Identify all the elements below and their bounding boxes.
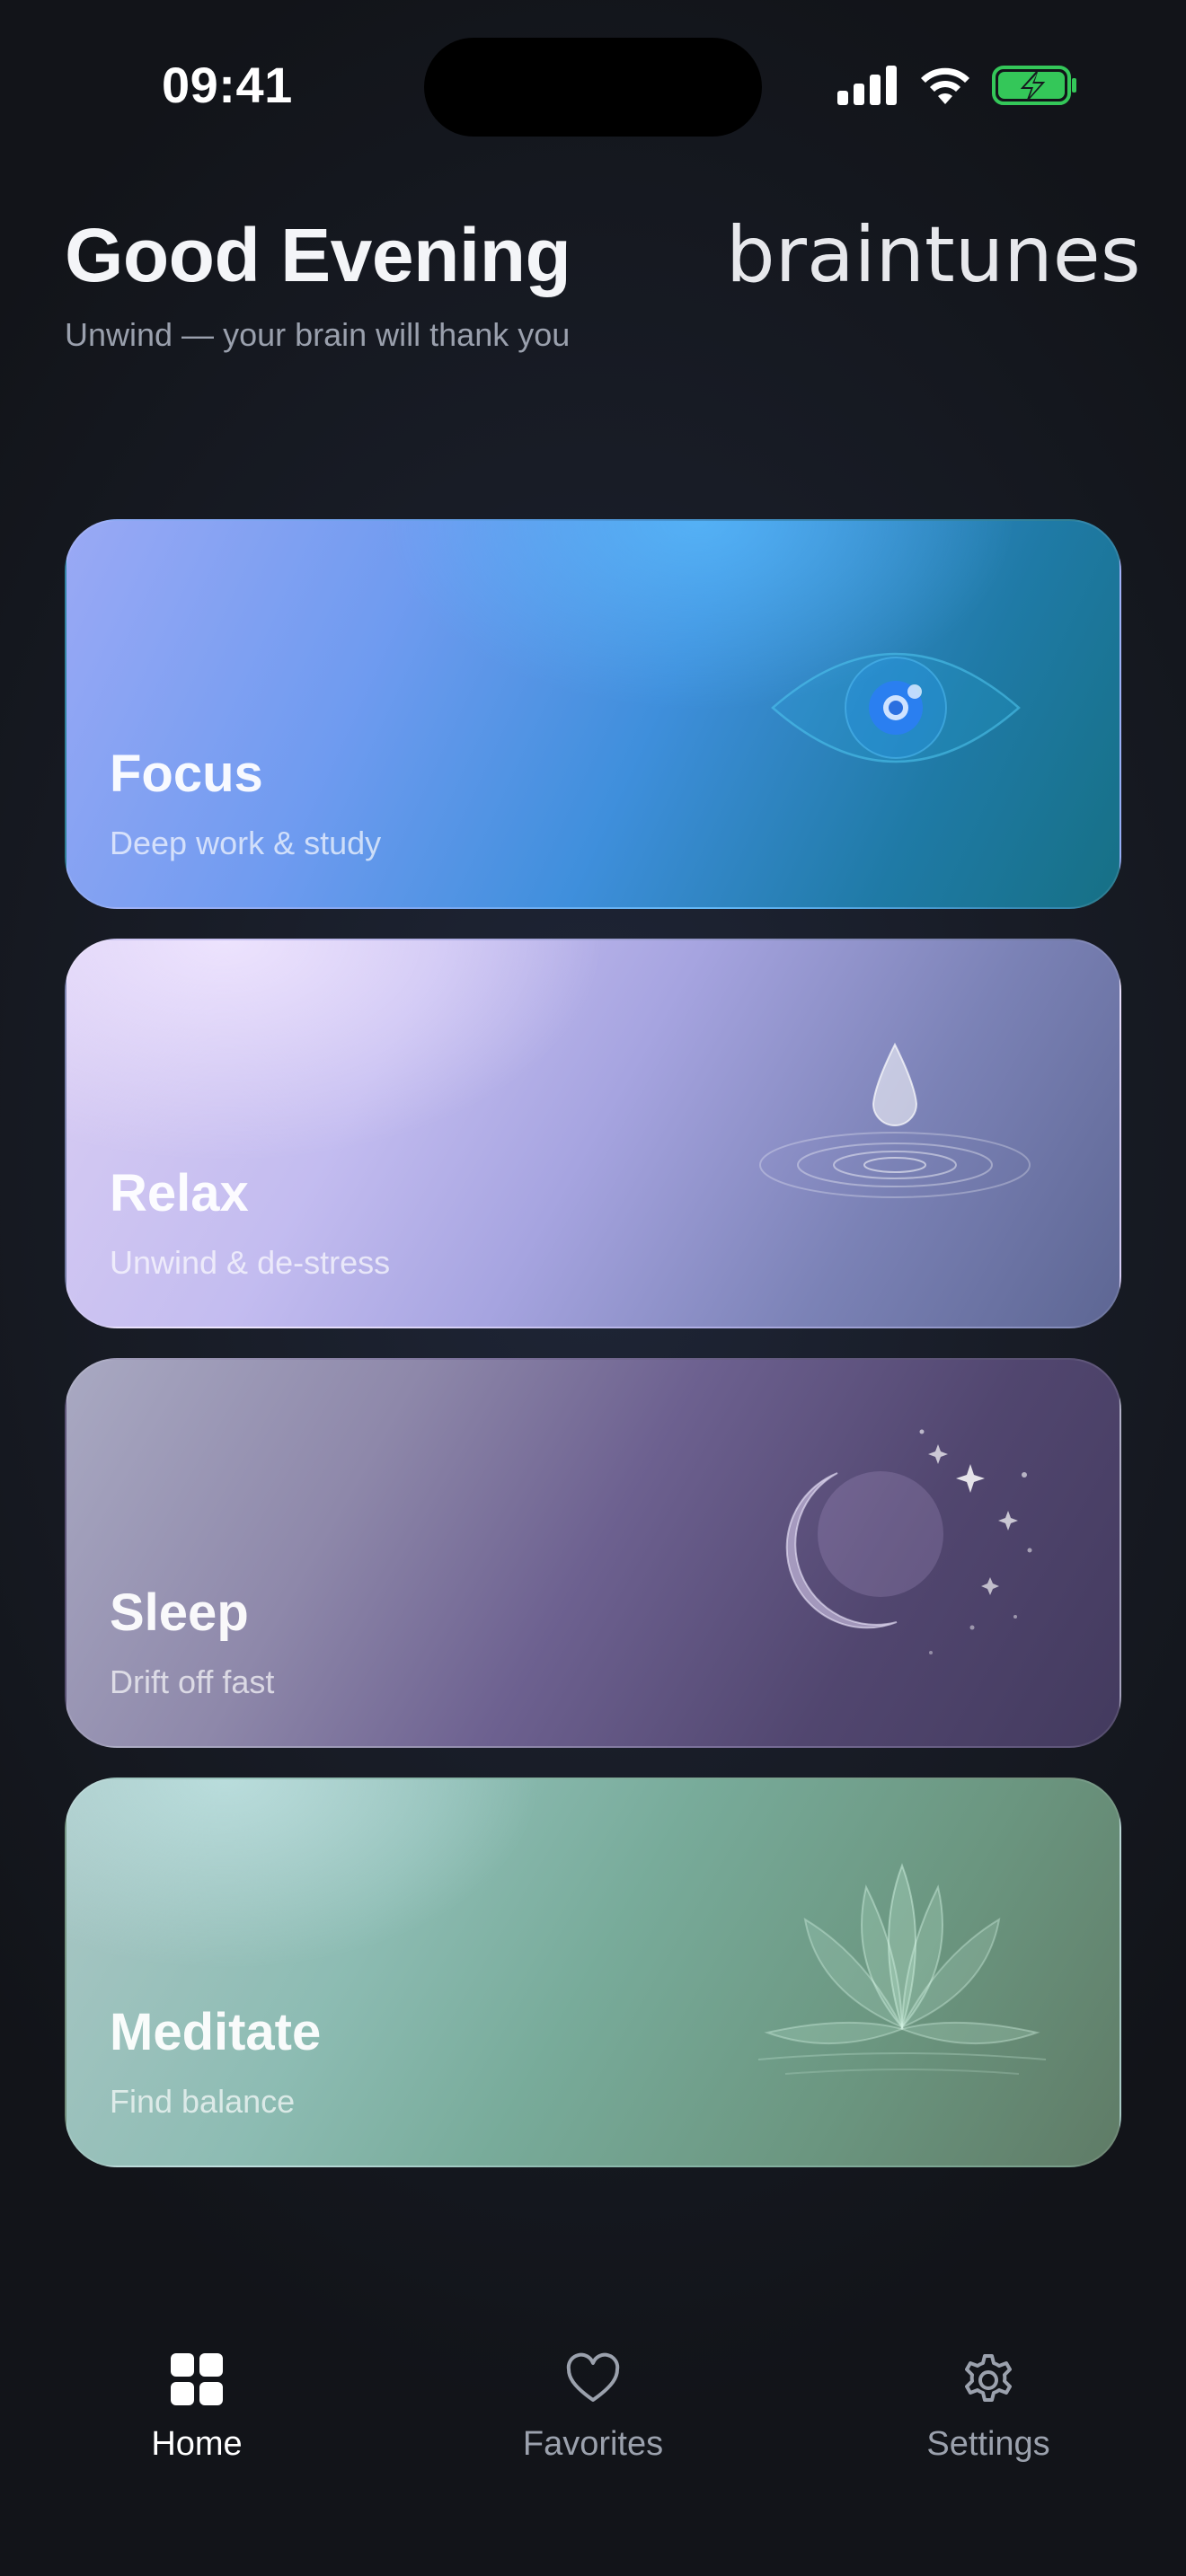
relax-card[interactable]: Relax Unwind & de-stress (65, 939, 1121, 1328)
card-title: Relax (110, 1164, 249, 1222)
home-screen: 09:41 Good Evening Unwind — your brain w… (0, 0, 1186, 2576)
greeting-subtitle: Unwind — your brain will thank you (65, 316, 571, 353)
lotus-icon (757, 1863, 1047, 2075)
tab-label: Settings (926, 2425, 1050, 2463)
status-time: 09:41 (162, 57, 293, 113)
meditate-card[interactable]: Meditate Find balance (65, 1778, 1121, 2167)
tab-home[interactable]: Home (80, 2350, 314, 2464)
dynamic-island (424, 38, 762, 137)
tab-bar: Home Favorites Settings (0, 2335, 1186, 2515)
gear-icon (965, 2354, 1012, 2402)
moon-icon (785, 1429, 1032, 1654)
status-icons (837, 65, 1078, 106)
card-subtitle: Unwind & de-stress (110, 1244, 391, 1281)
sleep-card[interactable]: Sleep Drift off fast (65, 1358, 1121, 1748)
grid-icon (171, 2353, 223, 2405)
card-subtitle: Find balance (110, 2083, 296, 2120)
heart-icon (566, 2352, 620, 2402)
tab-favorites[interactable]: Favorites (476, 2350, 710, 2464)
card-title: Sleep (110, 1584, 249, 1642)
battery-charging-icon (992, 66, 1076, 105)
card-title: Focus (110, 745, 263, 803)
tab-settings[interactable]: Settings (872, 2350, 1105, 2464)
eye-icon (771, 652, 1021, 763)
tab-label: Favorites (522, 2425, 664, 2463)
card-subtitle: Deep work & study (110, 825, 382, 861)
card-subtitle: Drift off fast (110, 1663, 275, 1700)
focus-card[interactable]: Focus Deep work & study (65, 519, 1121, 909)
tab-label: Home (151, 2425, 243, 2463)
greeting-title: Good Evening (65, 213, 571, 297)
wifi-icon (921, 67, 969, 104)
cellular-signal-icon (837, 66, 897, 105)
card-title: Meditate (110, 2003, 322, 2061)
water-drop-icon (759, 1042, 1031, 1198)
braintunes-logo: braintunes (726, 210, 1141, 300)
